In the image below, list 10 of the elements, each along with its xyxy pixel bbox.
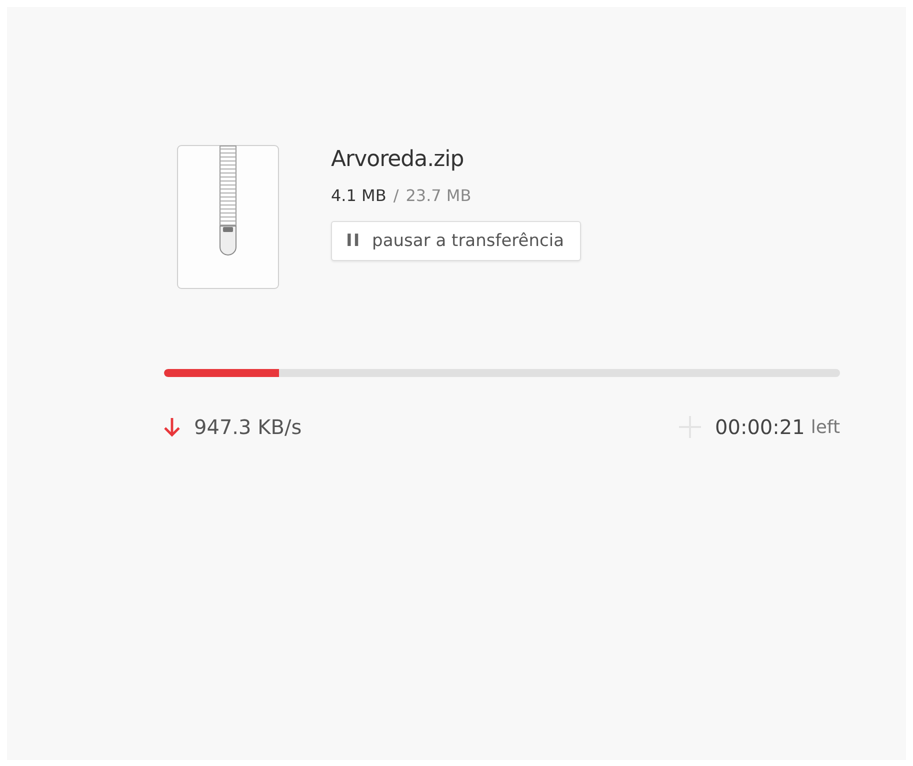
file-name: Arvoreda.zip	[331, 147, 465, 172]
time-left-label: left	[810, 416, 840, 438]
size-separator: /	[393, 186, 399, 205]
pause-button[interactable]: II pausar a transferência	[331, 221, 582, 261]
time-remaining: 00:00:21	[715, 415, 805, 439]
download-speed: 947.3 KB/s	[194, 415, 302, 439]
total-size: 23.7 MB	[406, 186, 472, 205]
zip-file-icon	[177, 145, 279, 289]
downloaded-size: 4.1 MB	[331, 186, 386, 205]
download-arrow-icon	[164, 417, 180, 437]
